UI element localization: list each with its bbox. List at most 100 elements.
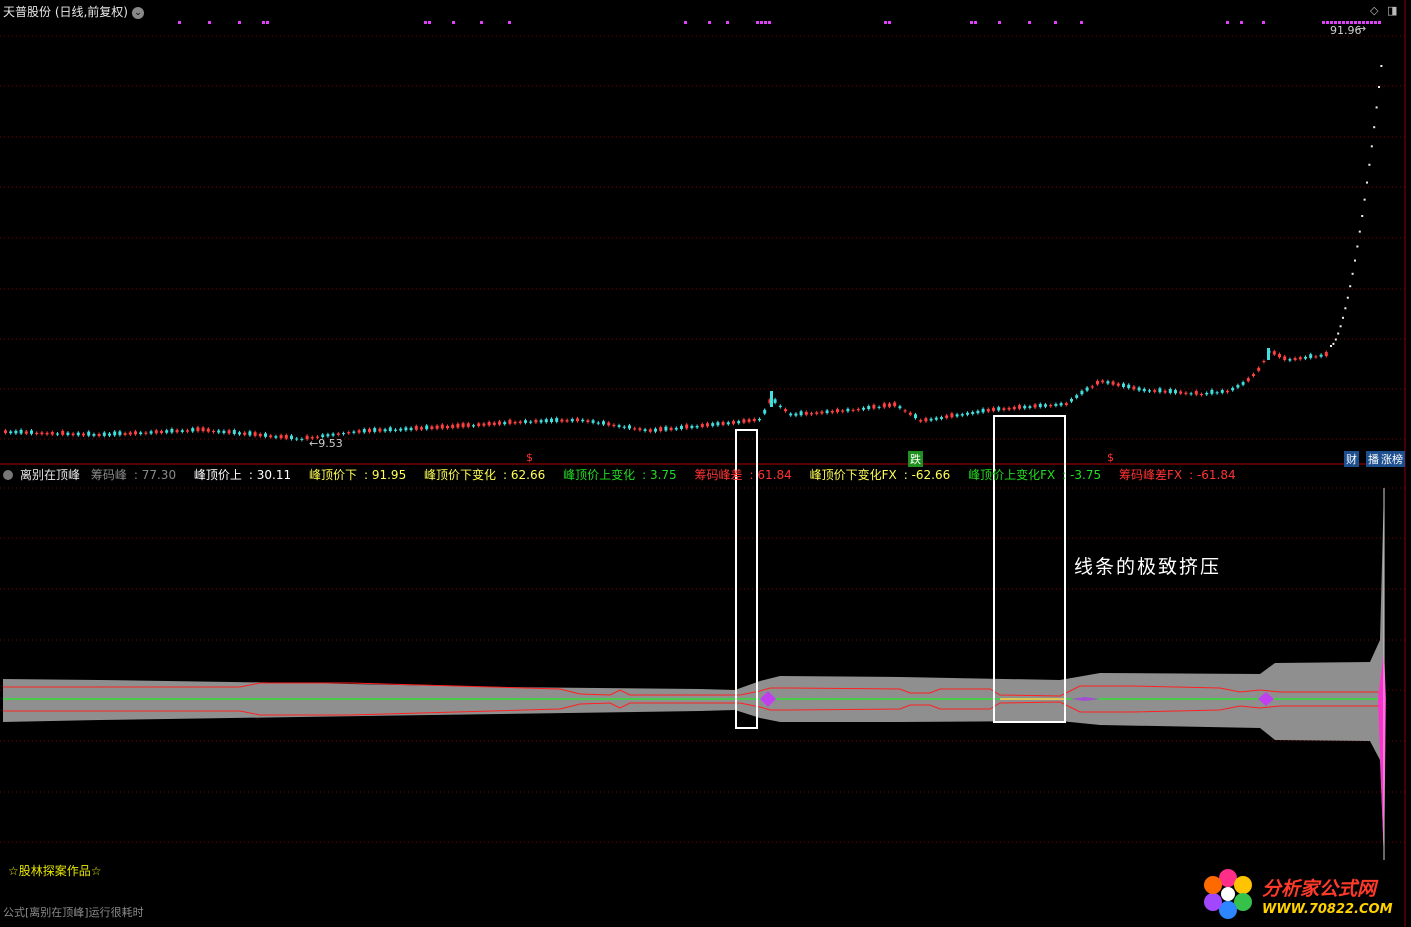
- badge-limit-up-list[interactable]: 涨榜: [1379, 451, 1405, 467]
- candle-body: [1309, 354, 1313, 358]
- candle-body: [508, 419, 512, 424]
- candle-body: [882, 403, 886, 408]
- candle-body: [420, 427, 423, 430]
- candle-body: [139, 432, 143, 435]
- chart-canvas[interactable]: [0, 0, 1411, 927]
- candle-body: [1059, 403, 1063, 406]
- candle-body: [342, 433, 345, 435]
- candle-body: [966, 412, 969, 415]
- candle-body: [435, 425, 439, 429]
- candle-body: [877, 406, 881, 408]
- candle-body: [123, 433, 127, 435]
- candle-body: [841, 410, 845, 412]
- diamond-icon[interactable]: ◇: [1370, 4, 1378, 17]
- watermark-flower-icon: [1204, 869, 1252, 919]
- candle-body: [976, 410, 980, 414]
- candle-body: [87, 431, 91, 436]
- candle-body: [284, 435, 288, 439]
- candle-body: [378, 428, 382, 432]
- candle-body: [638, 428, 642, 431]
- field-lower-change-fx: 峰顶价下变化FX: -62.66: [809, 468, 951, 482]
- field-chip-peak: 筹码峰: 77.30: [90, 468, 177, 482]
- signal-dot: [970, 21, 973, 24]
- candle-body: [950, 413, 954, 418]
- candle-body: [175, 429, 179, 433]
- candle-body: [217, 430, 221, 433]
- candle-body: [711, 423, 715, 426]
- field-peak-diff-fx: 筹码峰差FX: -61.84: [1118, 468, 1236, 482]
- signal-dot: [178, 21, 181, 24]
- candle-body: [789, 413, 793, 416]
- candle-body: [1101, 380, 1105, 383]
- stock-title-text: 天普股份 (日线,前复权): [3, 5, 128, 19]
- candle-body: [1231, 387, 1235, 391]
- candle-body: [1064, 403, 1068, 406]
- candle-body: [721, 422, 725, 425]
- candle-body: [924, 418, 928, 422]
- candle-body: [1070, 399, 1073, 402]
- candle-body: [24, 431, 28, 434]
- candle-body: [628, 425, 631, 429]
- signal-dot: [208, 21, 211, 24]
- indicator-name[interactable]: 离别在顶峰: [20, 468, 80, 482]
- candle-body: [763, 409, 767, 414]
- field-peak-lower: 峰顶价下: 91.95: [308, 468, 407, 482]
- candle-body: [700, 424, 704, 427]
- candle-body: [56, 433, 59, 435]
- candle-body: [898, 406, 902, 409]
- candle-body: [1200, 393, 1203, 395]
- candle-body: [539, 420, 543, 423]
- price-dot: [1330, 345, 1332, 347]
- candle-body: [170, 428, 174, 433]
- candle-body: [440, 424, 444, 429]
- candle-body: [461, 423, 465, 428]
- candle-body: [466, 423, 470, 427]
- badge-finance[interactable]: 财: [1344, 451, 1359, 467]
- signal-dot: [266, 21, 269, 24]
- candle-body: [1215, 392, 1219, 394]
- signal-dot: [1326, 21, 1329, 24]
- candle-body: [565, 419, 569, 422]
- candle-body: [633, 428, 637, 430]
- candle-body: [118, 431, 122, 436]
- candle-body: [368, 428, 371, 433]
- candle-body: [981, 408, 985, 413]
- candle-body: [1205, 392, 1209, 395]
- candle-body: [201, 427, 205, 432]
- candle-body: [872, 404, 876, 409]
- candle-body: [326, 434, 330, 437]
- candle-body: [706, 423, 709, 427]
- candle-body: [908, 412, 912, 415]
- signal-dot: [974, 21, 977, 24]
- candle-body: [758, 418, 761, 421]
- field-upper-change-fx: 峰顶价上变化FX: -3.75: [968, 468, 1102, 482]
- panel-toggle-icon[interactable]: ◨: [1387, 4, 1397, 17]
- candle-body: [160, 431, 163, 433]
- candle-body: [66, 432, 70, 435]
- candle-body: [770, 391, 773, 407]
- candle-body: [1246, 378, 1250, 382]
- candle-body: [680, 425, 683, 429]
- candlestick-series[interactable]: [4, 65, 1383, 442]
- signal-dot: [424, 21, 427, 24]
- stock-title[interactable]: 天普股份 (日线,前复权) ⌄: [3, 3, 144, 20]
- candle-body: [934, 417, 938, 420]
- candle-body: [394, 429, 397, 431]
- candle-body: [1293, 358, 1297, 360]
- candle-body: [191, 428, 195, 432]
- candle-body: [102, 432, 106, 436]
- candle-body: [690, 425, 694, 428]
- candle-body: [71, 433, 75, 436]
- candle-body: [1174, 390, 1177, 394]
- gear-icon[interactable]: [3, 470, 13, 480]
- signal-dot: [1240, 21, 1243, 24]
- candle-body: [919, 420, 923, 422]
- signal-dot: [1080, 21, 1083, 24]
- marker-dollar-2: $: [1107, 451, 1114, 464]
- candle-body: [544, 419, 548, 423]
- chevron-down-icon[interactable]: ⌄: [132, 6, 144, 19]
- candle-body: [992, 407, 995, 411]
- candle-body: [206, 428, 210, 432]
- signal-dot: [708, 21, 711, 24]
- candle-body: [1080, 390, 1084, 395]
